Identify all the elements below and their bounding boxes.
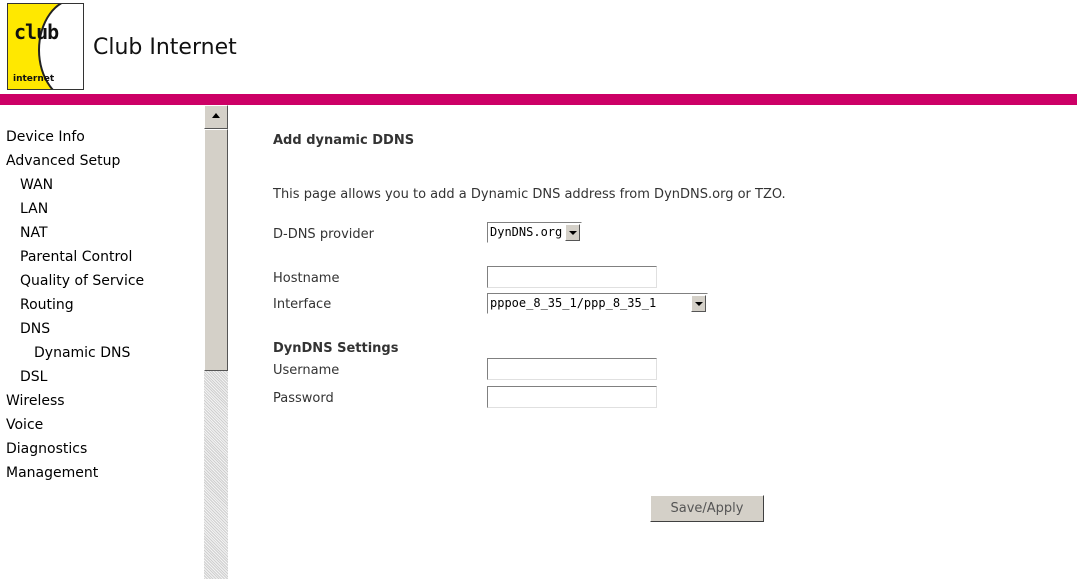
sidebar-item-device-info[interactable]: Device Info xyxy=(6,129,85,145)
sidebar-item-quality-of-service[interactable]: Quality of Service xyxy=(20,273,144,289)
provider-selected-value: DynDNS.org xyxy=(490,225,563,239)
sidebar-item-voice[interactable]: Voice xyxy=(6,417,43,433)
sidebar: Device Info Advanced Setup WAN LAN NAT P… xyxy=(0,105,204,579)
sidebar-item-lan[interactable]: LAN xyxy=(20,201,48,217)
sidebar-scrollbar[interactable] xyxy=(204,105,228,579)
sidebar-item-dsl[interactable]: DSL xyxy=(20,369,47,385)
scroll-thumb[interactable] xyxy=(204,129,228,371)
brand-name: Club Internet xyxy=(93,35,237,60)
sidebar-item-advanced-setup[interactable]: Advanced Setup xyxy=(6,153,120,169)
provider-select[interactable]: DynDNS.org xyxy=(487,222,582,243)
sidebar-item-wireless[interactable]: Wireless xyxy=(6,393,65,409)
page-description: This page allows you to add a Dynamic DN… xyxy=(273,187,786,202)
interface-selected-value: pppoe_8_35_1/ppp_8_35_1 xyxy=(490,296,657,310)
club-internet-logo: club internet xyxy=(7,3,84,90)
sidebar-item-dns[interactable]: DNS xyxy=(20,321,50,337)
logo-subtext: internet xyxy=(13,74,55,84)
save-apply-button[interactable]: Save/Apply xyxy=(650,495,764,522)
provider-label: D-DNS provider xyxy=(273,227,374,242)
logo-text: club xyxy=(14,20,59,44)
sidebar-item-dynamic-dns[interactable]: Dynamic DNS xyxy=(34,345,130,361)
interface-select[interactable]: pppoe_8_35_1/ppp_8_35_1 xyxy=(487,293,708,314)
sidebar-item-parental-control[interactable]: Parental Control xyxy=(20,249,132,265)
username-label: Username xyxy=(273,363,340,378)
chevron-down-icon[interactable] xyxy=(565,224,580,241)
interface-label: Interface xyxy=(273,297,332,312)
header: club internet Club Internet xyxy=(0,0,1077,94)
main-content: Add dynamic DDNS This page allows you to… xyxy=(228,105,1077,579)
page-title: Add dynamic DDNS xyxy=(273,133,415,148)
sidebar-item-wan[interactable]: WAN xyxy=(20,177,53,193)
chevron-down-icon[interactable] xyxy=(691,295,706,312)
sidebar-item-nat[interactable]: NAT xyxy=(20,225,48,241)
password-label: Password xyxy=(273,391,334,406)
username-input[interactable] xyxy=(487,358,657,380)
hostname-input[interactable] xyxy=(487,266,657,288)
sidebar-item-diagnostics[interactable]: Diagnostics xyxy=(6,441,87,457)
dyndns-settings-heading: DynDNS Settings xyxy=(273,341,399,356)
scroll-up-arrow-icon[interactable] xyxy=(204,105,228,129)
password-input[interactable] xyxy=(487,386,657,408)
sidebar-item-management[interactable]: Management xyxy=(6,465,98,481)
sidebar-item-routing[interactable]: Routing xyxy=(20,297,74,313)
accent-bar xyxy=(0,94,1077,105)
hostname-label: Hostname xyxy=(273,271,340,286)
